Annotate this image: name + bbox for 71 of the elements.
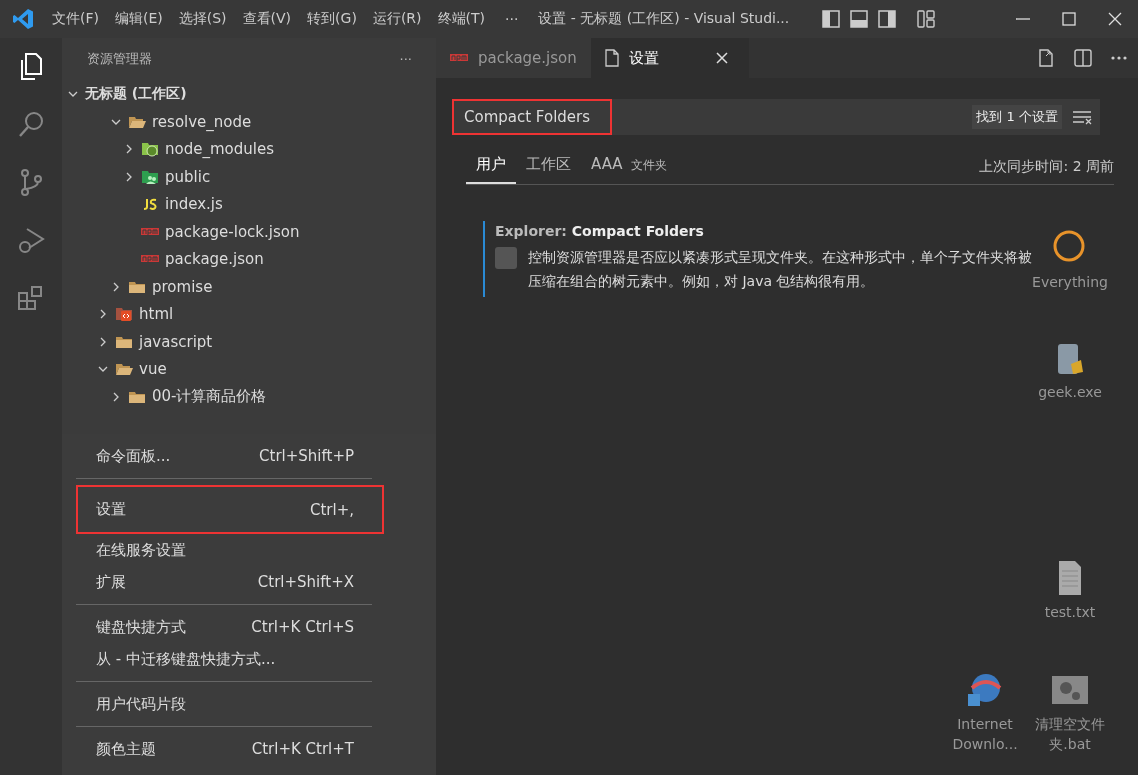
menu-item[interactable]: 编辑(E) <box>107 10 171 28</box>
file-item[interactable]: index.js <box>165 195 223 214</box>
folder-item[interactable]: promise <box>152 277 213 296</box>
scope-tab[interactable]: AAA 文件夹 <box>581 155 677 184</box>
close-icon[interactable] <box>1106 10 1124 28</box>
maximize-icon[interactable] <box>1060 10 1078 28</box>
folder-icon <box>128 389 146 404</box>
folder-icon <box>141 141 159 158</box>
more-actions-button[interactable]: ··· <box>399 51 412 67</box>
npm-file-icon <box>141 255 159 264</box>
more-menu-button[interactable]: ··· <box>497 11 527 27</box>
open-json-icon[interactable] <box>1036 48 1056 68</box>
menu-item[interactable]: 用户代码片段 <box>76 688 384 720</box>
menu-item[interactable]: 颜色主题 Ctrl+K Ctrl+T <box>76 733 384 765</box>
sync-status: 上次同步时间: 2 周前 <box>979 158 1114 176</box>
result-count: 找到 1 个设置 <box>972 105 1062 129</box>
menu-item[interactable]: 查看(V) <box>234 10 300 28</box>
run-debug-icon[interactable] <box>17 226 45 256</box>
editor-tab[interactable]: package.json <box>436 38 591 78</box>
panel-title: 资源管理器 <box>87 50 152 68</box>
file-item[interactable]: package.json <box>165 250 264 269</box>
more-actions-icon[interactable] <box>1110 55 1128 61</box>
menu-item[interactable]: 设置 Ctrl+, <box>76 485 384 534</box>
desktop-icon-label[interactable]: Everything <box>1032 272 1108 292</box>
js-file-icon <box>141 197 159 212</box>
file-icon <box>604 49 619 67</box>
split-editor-icon[interactable] <box>1074 49 1092 67</box>
toggle-panel-icon[interactable] <box>850 10 868 28</box>
clear-filter-icon[interactable] <box>1072 109 1092 125</box>
folder-item[interactable]: node_modules <box>165 140 274 159</box>
menu-item[interactable]: 终端(T) <box>429 10 493 28</box>
menu-item[interactable]: 文件(F) <box>44 10 107 28</box>
folder-icon <box>141 168 159 185</box>
setting-checkbox[interactable] <box>495 247 517 269</box>
folder-icon <box>128 279 146 294</box>
menu-item[interactable]: 选择(S) <box>170 10 235 28</box>
folder-item[interactable]: html <box>139 305 174 324</box>
desktop-icon-label[interactable]: geek.exe <box>1038 382 1102 402</box>
desktop-icon-label[interactable]: test.txt <box>1044 602 1096 622</box>
folder-icon <box>115 306 133 323</box>
menu-item[interactable]: 从 - 中迁移键盘快捷方式... <box>76 643 384 675</box>
menu-item[interactable]: 命令面板... Ctrl+Shift+P <box>76 440 384 472</box>
menu-item[interactable]: 键盘快捷方式 Ctrl+K Ctrl+S <box>76 611 384 643</box>
close-icon[interactable] <box>714 51 729 65</box>
code-editor-logo-icon <box>12 8 34 30</box>
folder-icon <box>115 334 133 349</box>
npm-file-icon <box>450 54 468 62</box>
setting-description: 控制资源管理器是否应以紧凑形式呈现文件夹。在这种形式中，单个子文件夹将被压缩在组合的树元素中。例如，对 Java 包结构很有用。 <box>528 248 1033 291</box>
editor-tab[interactable]: 设置 <box>590 38 749 78</box>
toggle-sidebar-icon[interactable] <box>822 10 840 28</box>
folder-item[interactable]: javascript <box>139 332 213 351</box>
toggle-secondary-sidebar-icon[interactable] <box>878 10 896 28</box>
scope-tab[interactable]: 工作区 <box>516 155 581 184</box>
window-title: 设置 - 无标题 (工作区) - Visual Studi... <box>538 10 790 28</box>
npm-file-icon <box>141 227 159 236</box>
menu-item[interactable]: 转到(G) <box>299 10 365 28</box>
open-folder-icon <box>115 362 133 377</box>
workspace-title[interactable]: 无标题 (工作区) <box>85 85 187 103</box>
menu-item[interactable]: 在线服务设置 <box>76 534 384 566</box>
folder-item[interactable]: vue <box>139 360 167 379</box>
setting-title: Explorer: Compact Folders <box>495 223 705 239</box>
folder-item[interactable]: 00-计算商品价格 <box>152 387 267 407</box>
folder-item[interactable]: public <box>165 167 211 186</box>
settings-search-field[interactable]: Compact Folders <box>452 99 612 135</box>
menu-item[interactable]: 运行(R) <box>364 10 430 28</box>
folder-item[interactable]: resolve_node <box>152 112 252 131</box>
layout-icon[interactable] <box>917 10 935 28</box>
open-folder-icon <box>128 114 146 129</box>
file-item[interactable]: package-lock.json <box>165 222 300 241</box>
menu-item[interactable]: 扩展 Ctrl+Shift+X <box>76 566 384 598</box>
scope-tab[interactable]: 用户 <box>466 155 516 184</box>
